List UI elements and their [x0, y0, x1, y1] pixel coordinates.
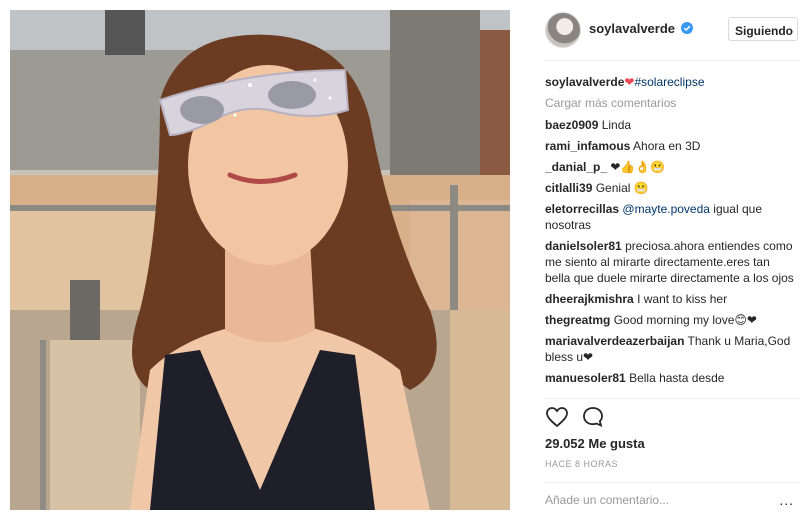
more-options-icon[interactable]: ... — [779, 492, 794, 508]
comment-item: dheerajkmishra I want to kiss her — [545, 291, 795, 307]
comment-item: thegreatmg Good morning my love😊❤ — [545, 312, 795, 328]
load-more-comments-link[interactable]: Cargar más comentarios — [545, 95, 795, 111]
verified-badge-icon — [681, 22, 693, 34]
caption: soylavalverde❤#solareclipse — [545, 74, 795, 90]
comment-text: ❤👍👌😬 — [610, 160, 666, 174]
comment-item: _danial_p_ ❤👍👌😬 — [545, 159, 795, 175]
photo-illustration — [10, 10, 510, 510]
comment-item: danielsoler81 preciosa.ahora entiendes c… — [545, 238, 795, 286]
post-photo[interactable] — [10, 10, 510, 510]
add-comment-divider — [545, 482, 800, 483]
comment-text: Genial 😬 — [595, 181, 649, 195]
comment-item: baez0909 Linda — [545, 117, 795, 133]
action-bar — [545, 405, 795, 433]
comment-username[interactable]: citlalli39 — [545, 181, 592, 195]
comment-username[interactable]: thegreatmg — [545, 313, 610, 327]
comment-username[interactable]: _danial_p_ — [545, 160, 607, 174]
likes-count[interactable]: 29.052 Me gusta — [545, 436, 645, 451]
comment-text: Good morning my love😊❤ — [613, 313, 757, 327]
comment-username[interactable]: rami_infamous — [545, 139, 630, 153]
following-button[interactable]: Siguiendo — [728, 17, 798, 41]
avatar[interactable] — [545, 12, 581, 48]
comment-item: manuesoler81 Bella hasta desde — [545, 370, 795, 386]
comment-text: Ahora en 3D — [633, 139, 701, 153]
comment-text: I want to kiss her — [637, 292, 728, 306]
post-header: soylavalverde Siguiendo — [545, 10, 800, 50]
comment-text: Linda — [601, 118, 632, 132]
comment-mention[interactable]: @mayte.poveda — [622, 202, 710, 216]
caption-emoji: ❤ — [624, 75, 635, 89]
comment-username[interactable]: eletorrecillas — [545, 202, 619, 216]
caption-username[interactable]: soylavalverde — [545, 75, 624, 89]
caption-hashtag[interactable]: #solareclipse — [634, 75, 704, 89]
comment-username[interactable]: mariavalverdeazerbaijan — [545, 334, 684, 348]
header-divider — [545, 60, 800, 61]
comment-item: mariavalverdeazerbaijan Thank u Maria,Go… — [545, 333, 795, 365]
comment-text: Bella hasta desde — [629, 371, 725, 385]
comment-item: rami_infamous Ahora en 3D — [545, 138, 795, 154]
comment-username[interactable]: dheerajkmishra — [545, 292, 634, 306]
comment-item: eletorrecillas @mayte.poveda igual que n… — [545, 201, 795, 233]
post-timestamp: HACE 8 HORAS — [545, 459, 619, 469]
comment-icon[interactable] — [581, 405, 605, 429]
comment-item: citlalli39 Genial 😬 — [545, 180, 795, 196]
heart-icon[interactable] — [545, 405, 569, 429]
comment-username[interactable]: baez0909 — [545, 118, 598, 132]
comment-username[interactable]: manuesoler81 — [545, 371, 626, 385]
actions-divider — [545, 398, 800, 399]
comment-username[interactable]: danielsoler81 — [545, 239, 622, 253]
header-username[interactable]: soylavalverde — [589, 21, 675, 36]
add-comment-input[interactable]: Añade un comentario... — [545, 493, 669, 507]
post-details-panel: soylavalverde Siguiendo soylavalverde❤#s… — [535, 0, 800, 520]
comments-list: soylavalverde❤#solareclipse Cargar más c… — [545, 74, 795, 396]
